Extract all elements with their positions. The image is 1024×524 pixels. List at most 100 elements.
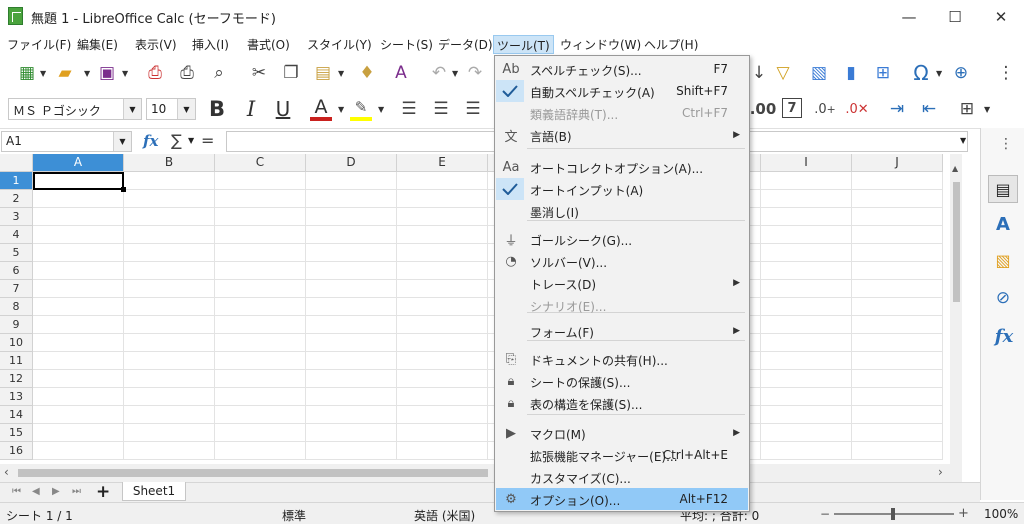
- paste-icon[interactable]: ▤: [312, 62, 334, 84]
- tools-menu-item[interactable]: Aa オートコレクトオプション(A)...: [496, 156, 748, 178]
- select-all-corner[interactable]: [0, 154, 33, 172]
- menu-help[interactable]: ヘルプ(H): [641, 36, 701, 53]
- toolbar-overflow-icon[interactable]: ⋮: [998, 62, 1015, 84]
- styles-icon[interactable]: A: [991, 212, 1015, 236]
- vertical-scroll-thumb[interactable]: [953, 182, 960, 302]
- scroll-right-icon[interactable]: ›: [938, 465, 943, 479]
- save-icon[interactable]: ▣: [96, 62, 118, 84]
- chevron-down-icon[interactable]: ▼: [338, 69, 344, 78]
- horizontal-scroll-thumb[interactable]: [18, 469, 488, 477]
- gallery-icon[interactable]: ▧: [991, 248, 1015, 272]
- insert-chart-icon[interactable]: ▮: [840, 62, 862, 84]
- menu-insert[interactable]: 挿入(I): [189, 36, 232, 53]
- underline-icon[interactable]: U: [272, 97, 294, 121]
- font-color-icon[interactable]: A: [310, 96, 332, 121]
- horizontal-scrollbar[interactable]: ‹ ›: [0, 464, 962, 482]
- row-header-3[interactable]: 3: [0, 208, 33, 226]
- tools-menu-item[interactable]: 墨消し(I): [496, 200, 748, 222]
- chevron-down-icon[interactable]: ▼: [177, 99, 195, 119]
- row-header-12[interactable]: 12: [0, 370, 33, 388]
- menu-data[interactable]: データ(D): [435, 36, 496, 53]
- column-header-e[interactable]: E: [397, 154, 488, 172]
- chevron-down-icon[interactable]: ▼: [984, 105, 990, 114]
- chevron-down-icon[interactable]: ▼: [452, 69, 458, 78]
- fill-handle[interactable]: [121, 187, 126, 192]
- insert-image-icon[interactable]: ▧: [808, 62, 830, 84]
- row-header-5[interactable]: 5: [0, 244, 33, 262]
- chevron-down-icon[interactable]: ▼: [338, 105, 344, 114]
- column-header-c[interactable]: C: [215, 154, 306, 172]
- bold-icon[interactable]: B: [206, 97, 228, 121]
- column-header-b[interactable]: B: [124, 154, 215, 172]
- chevron-down-icon[interactable]: ▼: [123, 99, 141, 119]
- expand-formula-bar-icon[interactable]: ▼: [960, 136, 966, 145]
- sort-descending-icon[interactable]: ↓: [748, 62, 770, 84]
- menu-tools[interactable]: ツール(T): [493, 35, 554, 54]
- row-header-9[interactable]: 9: [0, 316, 33, 334]
- open-folder-icon[interactable]: ▰: [54, 62, 76, 84]
- format-decimal-icon[interactable]: .00: [750, 98, 777, 120]
- tools-menu-item[interactable]: トレース(D) ▶: [496, 272, 748, 294]
- autofilter-icon[interactable]: ▽: [772, 62, 794, 84]
- column-header-j[interactable]: J: [852, 154, 943, 172]
- tools-menu-item[interactable]: Ab スペルチェック(S)... F7: [496, 58, 748, 80]
- row-header-8[interactable]: 8: [0, 298, 33, 316]
- export-pdf-icon[interactable]: ⎙: [144, 62, 166, 84]
- hyperlink-icon[interactable]: ⊕: [950, 62, 972, 84]
- menu-styles[interactable]: スタイル(Y): [304, 36, 375, 53]
- spreadsheet-grid[interactable]: ABCDEFGHIJ 12345678910111213141516 ▲: [0, 154, 962, 464]
- zoom-in-icon[interactable]: +: [958, 506, 969, 521]
- pivot-table-icon[interactable]: ⊞: [872, 62, 894, 84]
- align-left-icon[interactable]: ☰: [398, 98, 420, 120]
- delete-decimal-icon[interactable]: .0✕: [845, 98, 868, 120]
- previous-sheet-icon[interactable]: ◀: [32, 486, 40, 497]
- row-header-10[interactable]: 10: [0, 334, 33, 352]
- formula-button[interactable]: =: [201, 131, 214, 150]
- scroll-left-icon[interactable]: ‹: [4, 465, 9, 479]
- chevron-down-icon[interactable]: ▼: [113, 132, 131, 151]
- tools-menu-item[interactable]: 🔒︎ 表の構造を保護(S)...: [496, 392, 748, 414]
- redo-icon[interactable]: ↷: [464, 62, 486, 84]
- tools-menu-item[interactable]: 文言語(B) ▶: [496, 124, 748, 146]
- row-header-11[interactable]: 11: [0, 352, 33, 370]
- chevron-down-icon[interactable]: ▼: [122, 69, 128, 78]
- zoom-slider-thumb[interactable]: [891, 508, 895, 520]
- zoom-out-icon[interactable]: −: [820, 507, 830, 521]
- font-name-box[interactable]: ＭＳ Ｐゴシック ▼: [8, 98, 142, 120]
- row-header-2[interactable]: 2: [0, 190, 33, 208]
- row-header-4[interactable]: 4: [0, 226, 33, 244]
- borders-icon[interactable]: ⊞: [956, 98, 978, 120]
- row-header-14[interactable]: 14: [0, 406, 33, 424]
- row-header-7[interactable]: 7: [0, 280, 33, 298]
- tools-menu-item[interactable]: 自動スペルチェック(A) Shift+F7: [496, 80, 748, 102]
- highlight-color-icon[interactable]: ✎: [350, 97, 372, 121]
- tools-menu-item[interactable]: 拡張機能マネージャー(E)... Ctrl+Alt+E: [496, 444, 748, 466]
- sheet-tab-sheet1[interactable]: Sheet1: [122, 482, 186, 501]
- add-decimal-icon[interactable]: .0 +: [814, 98, 836, 120]
- clear-formatting-icon[interactable]: A: [390, 62, 412, 84]
- functions-icon[interactable]: fx: [991, 324, 1017, 348]
- scroll-up-icon[interactable]: ▲: [952, 164, 958, 173]
- name-box[interactable]: A1 ▼: [1, 131, 132, 152]
- chevron-down-icon[interactable]: ▼: [40, 69, 46, 78]
- copy-icon[interactable]: ❐: [280, 62, 302, 84]
- last-sheet-icon[interactable]: ⏭: [72, 486, 81, 497]
- language-status[interactable]: 英語 (米国): [414, 507, 475, 524]
- chevron-down-icon[interactable]: ▼: [188, 136, 194, 145]
- row-header-1[interactable]: 1: [0, 172, 33, 190]
- column-header-i[interactable]: I: [761, 154, 852, 172]
- cell-cursor[interactable]: [33, 172, 124, 190]
- maximize-button[interactable]: ☐: [932, 0, 978, 33]
- tools-menu-item[interactable]: オートインプット(A): [496, 178, 748, 200]
- clone-formatting-icon[interactable]: ♦: [356, 62, 378, 84]
- print-preview-icon[interactable]: ⌕: [208, 62, 230, 84]
- minimize-button[interactable]: —: [886, 0, 932, 33]
- row-header-16[interactable]: 16: [0, 442, 33, 460]
- format-date-icon[interactable]: 7: [782, 98, 802, 118]
- chevron-down-icon[interactable]: ▼: [84, 69, 90, 78]
- print-icon[interactable]: ⎙: [176, 62, 198, 84]
- sidebar-menu-icon[interactable]: ⋮: [999, 136, 1013, 152]
- sum-button[interactable]: ∑: [171, 131, 182, 150]
- column-header-d[interactable]: D: [306, 154, 397, 172]
- tools-menu-item[interactable]: ⚙ オプション(O)... Alt+F12: [496, 488, 748, 510]
